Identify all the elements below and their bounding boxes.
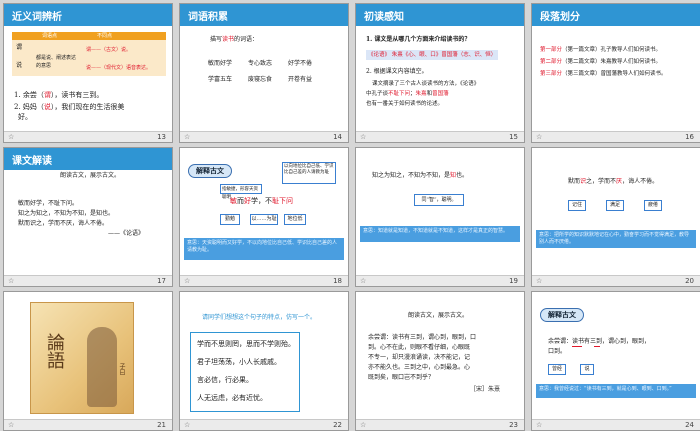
- gloss-box: 同“智”，聪明。: [414, 194, 464, 206]
- explain-badge: 解释古文: [188, 164, 232, 178]
- slide-thumb-16[interactable]: 段落划分 第一部分（第一篇文章）孔子教导人们如何读书。 第二部分（第二篇文章）朱…: [531, 3, 700, 143]
- slide-number: 14: [333, 133, 342, 141]
- star-icon: ☆: [184, 421, 191, 429]
- star-icon: ☆: [184, 277, 191, 285]
- meaning-note: 意思：天资聪明而又好学，不以向地位比自己低、学识比自己差的人请教为耻。: [184, 238, 344, 260]
- slide-thumb-22[interactable]: 请同学们想想这个句子的特点，仿写一个。 学而不思则罔，思而不学则殆。 君子坦荡荡…: [179, 291, 349, 431]
- slide-number: 21: [157, 421, 166, 429]
- slide-number: 19: [509, 277, 518, 285]
- note-bubble: 以向地位比自己低、学识比自己差的人请教为耻: [282, 162, 336, 184]
- star-icon: ☆: [536, 133, 543, 141]
- gloss-box: 说: [580, 364, 594, 375]
- note-bubble: 指敏捷，形容天资聪明: [220, 184, 262, 200]
- star-icon: ☆: [536, 277, 543, 285]
- gloss-box: 疲倦: [644, 200, 662, 211]
- slide-thumb-21[interactable]: 論語 子曰 ☆ 21: [3, 291, 173, 431]
- meaning-note: 意思：我曾经说过：“读书有三到，就是心到、眼到、口到。”: [536, 384, 696, 398]
- figure-silhouette: [87, 327, 117, 407]
- slide-thumb-15[interactable]: 初读感知 1. 课文是从哪几个方面来介绍读书的？ 《论语》 朱熹《心、眼、口》曾…: [355, 3, 525, 143]
- slide-thumb-18[interactable]: 解释古文 指敏捷，形容天资聪明 以向地位比自己低、学识比自己差的人请教为耻 敏而…: [179, 147, 349, 287]
- slide-title: 近义词辨析: [12, 12, 62, 23]
- slide-title: 词语积累: [188, 12, 228, 23]
- gloss-box: 地位低: [284, 214, 306, 225]
- star-icon: ☆: [360, 277, 367, 285]
- slide-title: 初读感知: [364, 12, 404, 23]
- explain-badge: 解释古文: [540, 308, 584, 322]
- slide-thumb-23[interactable]: 朗读古文，展示古文。 余尝谓：读书有三到，谓心到，眼到，口 到。心不在此，则眼不…: [355, 291, 525, 431]
- slide-number: 24: [685, 421, 694, 429]
- slide-thumb-24[interactable]: 解释古文 余尝谓：读书有三到，谓心到，眼到， 口到。 曾经 说 意思：我曾经说过…: [531, 291, 700, 431]
- confucius-painting: 論語 子曰: [30, 302, 134, 414]
- gloss-box: 满足: [606, 200, 624, 211]
- slide-number: 22: [333, 421, 342, 429]
- star-icon: ☆: [360, 133, 367, 141]
- star-icon: ☆: [8, 421, 15, 429]
- star-icon: ☆: [536, 421, 543, 429]
- star-icon: ☆: [8, 277, 15, 285]
- slide-thumb-13[interactable]: 近义词辨析 词语点 不同点 谓 说 都是说、阐述表达的意思 谓——（古文）说。 …: [3, 3, 173, 143]
- meaning-note: 意思：知道就是知道，不知道就是不知道，这样才是真正的智慧。: [360, 226, 520, 242]
- example-box: 学而不思则罔，思而不学则殆。 君子坦荡荡，小人长戚戚。 言必信，行必果。 人无远…: [190, 332, 300, 412]
- slide-title: 段落划分: [540, 12, 580, 23]
- slide-number: 16: [685, 133, 694, 141]
- slide-number: 13: [157, 133, 166, 141]
- star-icon: ☆: [360, 421, 367, 429]
- slide-title: 课文解读: [12, 156, 52, 167]
- star-icon: ☆: [8, 133, 15, 141]
- gloss-box: 勤勉: [220, 214, 240, 225]
- slide-number: 15: [509, 133, 518, 141]
- gloss-box: 曾经: [548, 364, 566, 375]
- gloss-box: 记住: [568, 200, 586, 211]
- slide-thumb-17[interactable]: 课文解读 朗读古文，展示古文。 敏而好学，不耻下问。 知之为知之，不知为不知，是…: [3, 147, 173, 287]
- meaning-note: 意思：把所学的知识默默地记在心中，勤奋学习而不觉得满足，教导别人而不厌倦。: [536, 230, 696, 248]
- slide-thumb-19[interactable]: 知之为知之，不知为不知，是知也。 同“智”，聪明。 意思：知道就是知道，不知道就…: [355, 147, 525, 287]
- gloss-box: 以……为耻: [250, 214, 278, 225]
- slide-thumb-20[interactable]: 默而识之，学而不厌，诲人不倦。 记住 满足 疲倦 意思：把所学的知识默默地记在心…: [531, 147, 700, 287]
- slide-number: 23: [509, 421, 518, 429]
- star-icon: ☆: [184, 133, 191, 141]
- compare-table: 词语点 不同点 谓 说 都是说、阐述表达的意思 谓——（古文）说。 说——（现代…: [12, 32, 166, 76]
- slide-number: 18: [333, 277, 342, 285]
- slide-thumb-14[interactable]: 词语积累 描写读书的词语： 敏而好学 专心致志 好学不倦 学富五车 废寝忘食 开…: [179, 3, 349, 143]
- slide-number: 17: [157, 277, 166, 285]
- slide-number: 20: [685, 277, 694, 285]
